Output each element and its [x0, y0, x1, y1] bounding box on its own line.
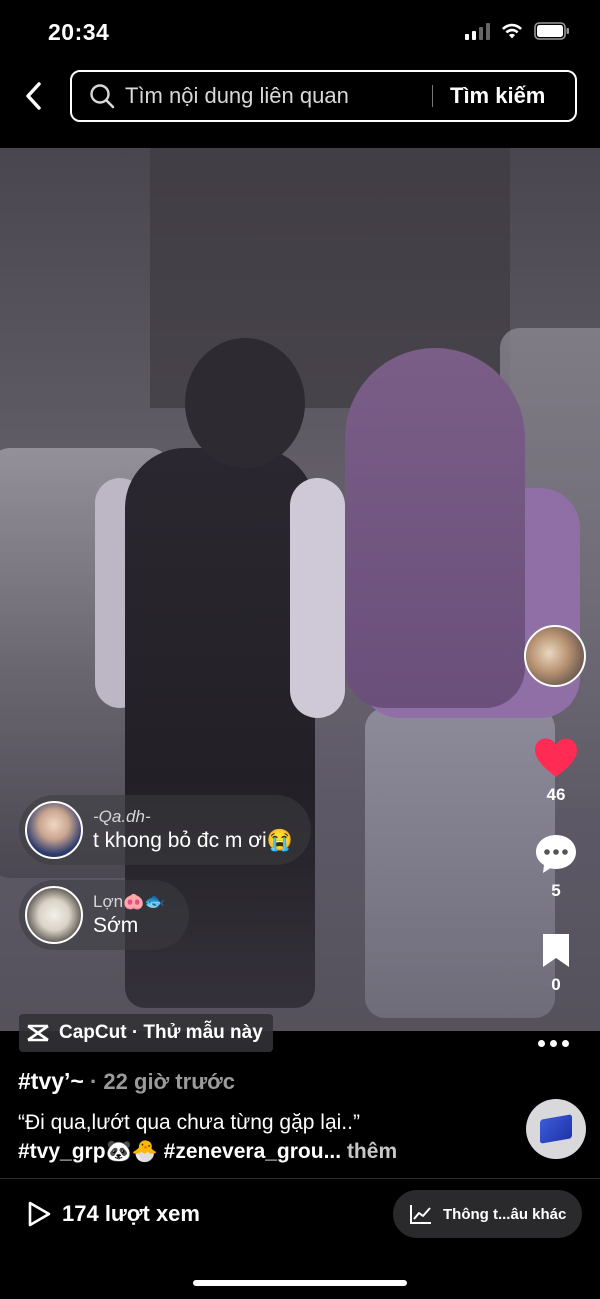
post-author-line: #tvy’~ · 22 giờ trước	[18, 1068, 235, 1095]
search-input[interactable]: Tìm nội dung liên quan	[125, 83, 425, 109]
search-divider	[432, 85, 433, 107]
comment-count: 5	[551, 881, 561, 900]
search-icon	[90, 84, 115, 109]
comment-button[interactable]: 5	[524, 833, 588, 901]
comment-text: t khong bỏ đc m ơi😭	[93, 829, 293, 852]
more-insights-label: Thông t...âu khác	[443, 1205, 567, 1223]
post-caption[interactable]: “Đi qua,lướt qua chưa từng gặp lại..” #t…	[18, 1108, 518, 1166]
floating-comment[interactable]: -Qa.dh- t khong bỏ đc m ơi😭	[19, 795, 311, 865]
comment-text: Sớm	[93, 914, 139, 937]
commenter-name: Lợn🐽🐟	[93, 892, 166, 911]
post-time: · 22 giờ trước	[89, 1069, 236, 1094]
cellular-signal-icon	[465, 22, 490, 40]
floating-comment[interactable]: Lợn🐽🐟 Sớm	[19, 880, 190, 950]
commenter-avatar[interactable]	[25, 886, 83, 944]
see-more-link[interactable]: thêm	[347, 1140, 397, 1163]
caption-text: “Đi qua,lướt qua chưa từng gặp lại..”	[18, 1111, 360, 1134]
divider	[0, 1178, 600, 1179]
back-button[interactable]	[18, 76, 48, 116]
more-options-icon[interactable]	[538, 1040, 569, 1047]
wifi-icon	[502, 23, 522, 39]
commenter-name: -Qa.dh-	[93, 807, 151, 826]
capcut-template-tag[interactable]: CapCut · Thử mẫu này	[19, 1014, 273, 1052]
capcut-logo-icon	[25, 1020, 51, 1046]
view-count-text: 174 lượt xem	[62, 1201, 200, 1226]
music-cover-icon	[540, 1114, 572, 1144]
battery-icon	[534, 22, 569, 40]
commenter-avatar[interactable]	[25, 801, 83, 859]
status-bar: 20:34	[0, 0, 600, 62]
capcut-template-label: CapCut · Thử mẫu này	[59, 1022, 263, 1043]
search-button[interactable]: Tìm kiếm	[450, 83, 545, 109]
caption-hashtags[interactable]: #tvy_grp🐼🐣 #zenevera_grou...	[18, 1140, 341, 1163]
video-person-left-head	[185, 338, 305, 468]
save-count: 0	[551, 975, 561, 994]
search-bar[interactable]: Tìm nội dung liên quan Tìm kiếm	[70, 70, 577, 122]
bookmark-icon	[543, 934, 569, 967]
like-count: 46	[546, 785, 566, 804]
play-icon	[28, 1201, 51, 1227]
more-insights-button[interactable]: Thông t...âu khác	[393, 1190, 582, 1238]
search-header: Tìm nội dung liên quan Tìm kiếm	[0, 62, 600, 148]
video-person-left-arm-right	[290, 478, 345, 718]
save-button[interactable]: 0	[524, 931, 588, 995]
video-person-right-hair	[345, 348, 525, 708]
author-name[interactable]: #tvy’~	[18, 1068, 84, 1094]
music-disc-button[interactable]	[526, 1099, 586, 1159]
like-button[interactable]: 46	[524, 737, 588, 805]
status-icons	[465, 22, 570, 40]
trend-chart-icon	[410, 1205, 431, 1224]
view-count: 174 lượt xem	[26, 1200, 200, 1228]
comment-bubble-icon	[536, 835, 576, 873]
heart-icon	[535, 738, 577, 777]
creator-avatar[interactable]	[524, 625, 586, 687]
status-time: 20:34	[48, 19, 110, 45]
chevron-left-icon	[26, 82, 41, 110]
home-indicator[interactable]	[193, 1280, 407, 1286]
